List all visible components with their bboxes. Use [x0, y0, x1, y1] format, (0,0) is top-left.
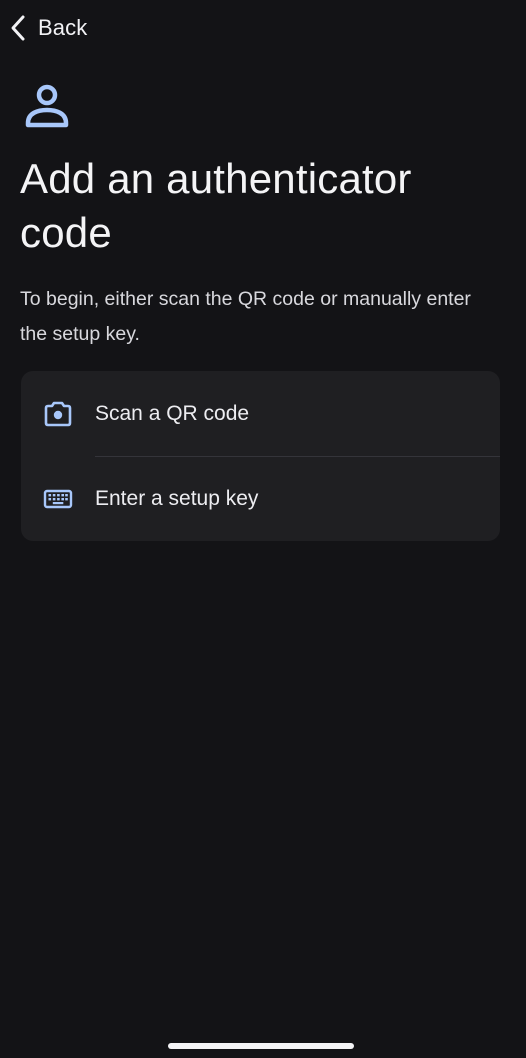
enter-setup-key-option[interactable]: Enter a setup key — [21, 456, 500, 541]
setup-options-card: Scan a QR code Enter a setup key — [21, 371, 500, 541]
camera-icon — [44, 401, 72, 426]
back-button[interactable]: Back — [8, 10, 87, 46]
back-label: Back — [38, 15, 88, 40]
chevron-left-icon — [11, 15, 25, 41]
keyboard-icon — [43, 489, 73, 508]
scan-qr-code-label: Scan a QR code — [95, 401, 250, 425]
scan-qr-code-option[interactable]: Scan a QR code — [21, 371, 500, 456]
page-subtitle: To begin, either scan the QR code or man… — [20, 288, 471, 345]
enter-setup-key-label: Enter a setup key — [95, 486, 259, 510]
person-icon — [25, 84, 69, 128]
page-title: Add an authenticator code — [20, 155, 412, 256]
home-indicator[interactable] — [168, 1043, 354, 1049]
